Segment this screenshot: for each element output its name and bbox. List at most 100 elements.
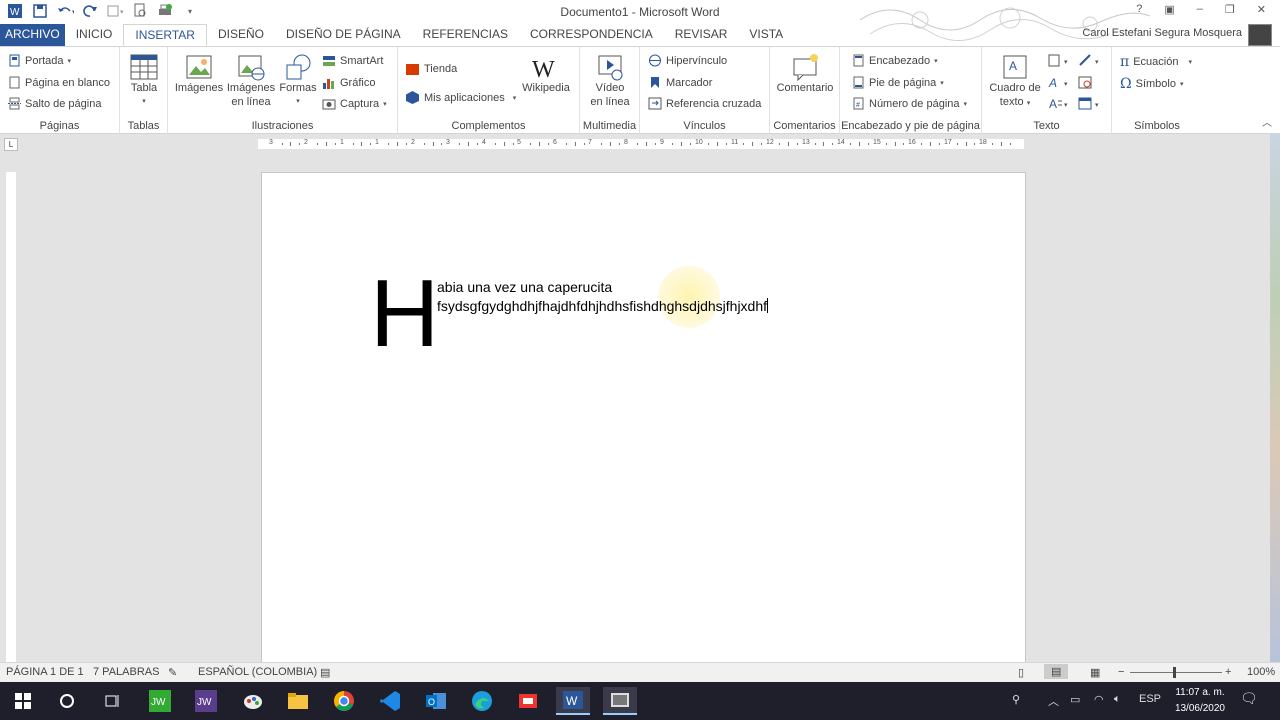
document-line-1[interactable]: abia una vez una caperucita <box>437 279 612 295</box>
wifi-icon[interactable]: ◠ <box>1094 693 1104 706</box>
video-linea-button[interactable]: Vídeo en línea <box>585 53 635 109</box>
anydesk-icon[interactable] <box>511 687 545 715</box>
zoom-out-button[interactable]: − <box>1118 666 1124 678</box>
imagenes-linea-button[interactable]: Imágenes en línea <box>224 53 278 109</box>
maximize-button[interactable]: ❐ <box>1225 3 1235 16</box>
paint-icon[interactable] <box>236 687 270 715</box>
mis-aplicaciones-button[interactable]: Mis aplicaciones ▾ <box>405 90 516 105</box>
smartart-button[interactable]: SmartArt <box>322 54 383 67</box>
hipervinculo-button[interactable]: Hipervínculo <box>648 54 727 67</box>
tab-inicio[interactable]: INICIO <box>65 24 124 46</box>
grafico-button[interactable]: Gráfico <box>322 76 375 89</box>
ecuacion-button[interactable]: π Ecuación ▾ <box>1120 54 1192 70</box>
vertical-scrollbar[interactable] <box>1270 134 1280 662</box>
tab-referencias[interactable]: REFERENCIAS <box>412 24 519 46</box>
tab-archivo[interactable]: ARCHIVO <box>0 24 65 46</box>
page-count[interactable]: PÁGINA 1 DE 1 <box>6 666 84 678</box>
ruler-minor-tick <box>974 143 975 145</box>
wikipedia-button[interactable]: W Wikipedia <box>516 55 576 95</box>
battery-icon[interactable]: ▭ <box>1070 693 1080 706</box>
pagina-blanco-button[interactable]: Página en blanco <box>8 76 110 89</box>
cortana-icon[interactable] <box>50 687 84 715</box>
pie-pagina-button[interactable]: Pie de página ▾ <box>852 76 944 89</box>
close-button[interactable]: ✕ <box>1257 3 1266 16</box>
document-line-2[interactable]: fsydsgfgydghdhjfhajdhfdhjhdhsfishdhghsdj… <box>437 298 769 314</box>
ruler-minor-tick <box>433 142 434 146</box>
zoom-slider[interactable] <box>1130 672 1222 673</box>
chrome-icon[interactable] <box>327 687 361 715</box>
macro-icon[interactable]: ▤ <box>320 666 330 679</box>
print-layout-icon[interactable]: ▤ <box>1044 664 1069 679</box>
collapse-ribbon-icon[interactable]: ︿ <box>1262 114 1272 129</box>
system-clock[interactable]: 11:07 a. m. 13/06/2020 <box>1175 685 1225 717</box>
ruler-minor-tick <box>957 143 958 145</box>
zoom-thumb[interactable] <box>1173 667 1176 678</box>
imagenes-button[interactable]: Imágenes <box>173 53 225 95</box>
ruler-tick-label: 16 <box>908 139 916 146</box>
ribbon-options-button[interactable]: ▣ <box>1164 3 1174 16</box>
horizontal-ruler[interactable]: 3 2 1 1 2 3 4 5 6 7 8 9 10 11 12 13 14 15 16 17 18 <box>258 139 1024 149</box>
encabezado-button[interactable]: Encabezado ▾ <box>852 54 938 67</box>
simbolo-button[interactable]: Ω Símbolo ▾ <box>1120 76 1183 92</box>
minimize-button[interactable]: – <box>1197 3 1203 16</box>
zoom-in-button[interactable]: + <box>1225 666 1231 678</box>
drop-cap-letter[interactable]: H <box>370 266 439 362</box>
portada-button[interactable]: Portada ▾ <box>8 54 71 67</box>
signature-line-icon[interactable]: ▾ <box>1078 54 1106 67</box>
jw-app-icon[interactable]: JW <box>189 687 223 715</box>
tabla-button[interactable]: Tabla ▾ <box>127 53 161 109</box>
vertical-ruler[interactable] <box>6 172 16 662</box>
salto-pagina-button[interactable]: Salto de página <box>8 97 101 110</box>
cuadro-texto-button[interactable]: A Cuadro de texto ▾ <box>985 53 1045 111</box>
ruler-minor-tick <box>299 143 300 145</box>
tab-diseno[interactable]: DISEÑO <box>207 24 275 46</box>
drop-cap-icon[interactable]: A ▾ <box>1048 97 1076 110</box>
zoom-level[interactable]: 100% <box>1247 666 1275 678</box>
show-hidden-icons[interactable]: ︿ <box>1048 693 1059 709</box>
referencia-cruzada-button[interactable]: Referencia cruzada <box>648 97 761 110</box>
photos-icon[interactable] <box>603 687 637 715</box>
svg-text:A: A <box>1048 76 1057 89</box>
people-icon[interactable]: ⚲ <box>1012 693 1020 706</box>
read-mode-icon[interactable]: ▯ <box>1018 666 1024 679</box>
tab-revisar[interactable]: REVISAR <box>664 24 739 46</box>
input-language[interactable]: ESP <box>1139 693 1161 705</box>
ruler-minor-tick <box>815 143 816 145</box>
numero-pagina-button[interactable]: # Número de página ▾ <box>852 97 967 110</box>
captura-button[interactable]: Captura ▾ <box>322 97 387 110</box>
file-explorer-icon[interactable] <box>281 687 315 715</box>
date-time-icon[interactable] <box>1078 76 1092 89</box>
object-icon[interactable]: ▾ <box>1078 97 1106 110</box>
ruler-minor-tick <box>823 142 824 146</box>
marcador-button[interactable]: Marcador <box>648 76 712 89</box>
vscode-icon[interactable] <box>373 687 407 715</box>
web-layout-icon[interactable]: ▦ <box>1090 666 1100 679</box>
windows-start-icon[interactable] <box>6 687 40 715</box>
tab-selector-icon[interactable]: L <box>4 138 18 151</box>
document-page[interactable] <box>261 172 1026 672</box>
comentario-button[interactable]: Comentario <box>773 53 837 95</box>
bookmark-icon <box>651 77 659 88</box>
avatar[interactable] <box>1248 24 1272 46</box>
task-view-icon[interactable] <box>96 687 130 715</box>
language-status[interactable]: ESPAÑOL (COLOMBIA) <box>198 666 317 678</box>
proofing-icon[interactable]: ✎ <box>168 666 177 679</box>
word-count[interactable]: 7 PALABRAS <box>93 666 159 678</box>
tab-vista[interactable]: VISTA <box>738 24 794 46</box>
quick-parts-icon[interactable]: ▾ <box>1048 54 1076 67</box>
user-name[interactable]: Carol Estefani Segura Mosquera <box>1082 27 1242 39</box>
word-taskbar-icon[interactable]: W <box>556 687 590 715</box>
volume-icon[interactable]: 🔈︎ <box>1114 693 1121 706</box>
ruler-minor-tick <box>717 142 718 146</box>
edge-icon[interactable] <box>465 687 499 715</box>
tab-correspondencia[interactable]: CORRESPONDENCIA <box>519 24 664 46</box>
tienda-button[interactable]: Tienda <box>405 61 457 76</box>
tab-diseno-pagina[interactable]: DISEÑO DE PÁGINA <box>275 24 412 46</box>
help-button[interactable]: ? <box>1136 3 1142 16</box>
jw-library-icon[interactable]: JW <box>143 687 177 715</box>
outlook-icon[interactable]: O <box>419 687 453 715</box>
action-center-icon[interactable]: 🗨︎ <box>1240 690 1258 707</box>
wordart-icon[interactable]: A ▾ <box>1048 76 1076 89</box>
formas-button[interactable]: Formas ▾ <box>278 53 318 109</box>
tab-insertar[interactable]: INSERTAR <box>123 24 207 46</box>
